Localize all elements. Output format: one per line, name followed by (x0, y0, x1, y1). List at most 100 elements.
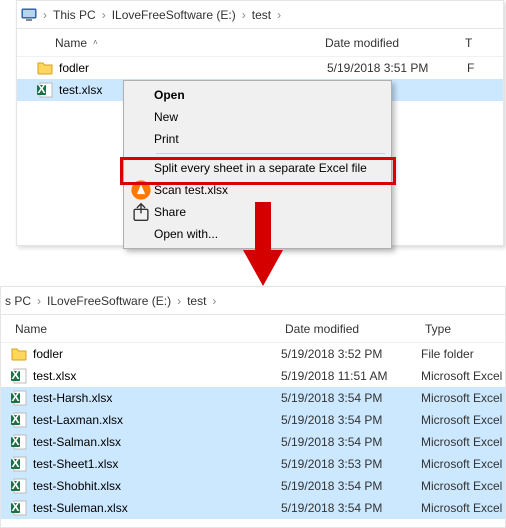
menu-item-label: Open with... (152, 227, 218, 241)
file-name: test.xlsx (59, 83, 102, 97)
svg-text:X: X (11, 434, 19, 448)
file-type: Microsoft Excel W... (421, 501, 505, 515)
breadcrumb: s PC › ILoveFreeSoftware (E:) › test › (1, 287, 505, 315)
file-row[interactable]: fodler 5/19/2018 3:51 PMF (17, 57, 503, 79)
breadcrumb-segment[interactable]: This PC (49, 8, 100, 22)
column-header-name[interactable]: Name (1, 322, 277, 336)
excel-icon: X (11, 434, 27, 450)
svg-text:X: X (11, 412, 19, 426)
excel-icon: X (11, 368, 27, 384)
menu-separator (156, 153, 385, 154)
file-name: fodler (59, 61, 89, 75)
chevron-right-icon: › (210, 294, 218, 308)
menu-item[interactable]: Share (126, 201, 389, 223)
file-row[interactable]: Xtest-Laxman.xlsx 5/19/2018 3:54 PMMicros… (1, 409, 505, 431)
chevron-right-icon: › (240, 8, 248, 22)
excel-icon: X (11, 456, 27, 472)
breadcrumb-segment[interactable]: test (183, 294, 210, 308)
file-name: test-Shobhit.xlsx (33, 479, 121, 493)
breadcrumb-segment[interactable]: test (248, 8, 275, 22)
file-row[interactable]: fodler 5/19/2018 3:52 PMFile folder (1, 343, 505, 365)
column-headers: Name Date modified Type (1, 315, 505, 343)
column-header-date[interactable]: Date modified (277, 322, 417, 336)
file-date: 5/19/2018 3:54 PM (281, 413, 421, 427)
column-header-name[interactable]: Name˄ (17, 36, 317, 50)
excel-icon: X (37, 82, 53, 98)
file-name: test-Harsh.xlsx (33, 391, 112, 405)
svg-text:X: X (11, 500, 19, 514)
breadcrumb: › This PC › ILoveFreeSoftware (E:) › tes… (17, 1, 503, 29)
file-row[interactable]: Xtest-Harsh.xlsx 5/19/2018 3:54 PMMicroso… (1, 387, 505, 409)
context-menu: Open New Print Split every sheet in a separ… (123, 80, 392, 249)
menu-item[interactable]: Print (126, 128, 389, 150)
file-date: 5/19/2018 3:54 PM (281, 391, 421, 405)
svg-text:X: X (37, 82, 45, 96)
column-header-type[interactable]: T (457, 36, 503, 50)
menu-item[interactable]: Open with... (126, 223, 389, 245)
chevron-right-icon: › (275, 8, 283, 22)
file-name: fodler (33, 347, 63, 361)
menu-item[interactable]: New (126, 106, 389, 128)
breadcrumb-segment[interactable]: ILoveFreeSoftware (E:) (43, 294, 175, 308)
breadcrumb-segment[interactable]: ILoveFreeSoftware (E:) (108, 8, 240, 22)
file-date: 5/19/2018 3:51 PM (327, 61, 467, 75)
file-date: 5/19/2018 3:54 PM (281, 479, 421, 493)
sort-caret-icon: ˄ (93, 38, 98, 47)
excel-icon: X (11, 500, 27, 516)
file-date: 5/19/2018 11:51 AM (281, 369, 421, 383)
file-type: Microsoft Excel W... (421, 369, 505, 383)
file-type: Microsoft Excel W... (421, 413, 505, 427)
excel-icon: X (11, 390, 27, 406)
menu-item-label: Split every sheet in a separate Excel fi… (152, 161, 367, 175)
menu-item-label: Open (152, 88, 185, 102)
menu-item-label: Share (152, 205, 186, 219)
file-name: test-Sheet1.xlsx (33, 457, 118, 471)
column-headers: Name˄ Date modified T (17, 29, 503, 57)
file-name: test-Laxman.xlsx (33, 413, 123, 427)
file-row[interactable]: Xtest-Shobhit.xlsx 5/19/2018 3:54 PMMicro… (1, 475, 505, 497)
column-header-type[interactable]: Type (417, 322, 505, 336)
folder-icon (11, 346, 27, 362)
file-row[interactable]: Xtest-Suleman.xlsx 5/19/2018 3:54 PMMicro… (1, 497, 505, 519)
chevron-right-icon: › (175, 294, 183, 308)
file-row[interactable]: Xtest-Salman.xlsx 5/19/2018 3:54 PMMicros… (1, 431, 505, 453)
file-type: File folder (421, 347, 505, 361)
avast-icon (130, 179, 152, 201)
menu-item-label: Scan test.xlsx (152, 183, 228, 197)
chevron-right-icon: › (35, 294, 43, 308)
file-name: test-Suleman.xlsx (33, 501, 128, 515)
file-list: fodler 5/19/2018 3:52 PMFile folder Xtest.… (1, 343, 505, 519)
file-type: Microsoft Excel W... (421, 435, 505, 449)
file-type: Microsoft Excel W... (421, 391, 505, 405)
svg-text:X: X (11, 456, 19, 470)
file-date: 5/19/2018 3:52 PM (281, 347, 421, 361)
file-type: F (467, 61, 503, 75)
file-date: 5/19/2018 3:53 PM (281, 457, 421, 471)
share-icon (130, 201, 152, 223)
file-row[interactable]: Xtest-Sheet1.xlsx 5/19/2018 3:53 PMMicros… (1, 453, 505, 475)
menu-item[interactable]: Split every sheet in a separate Excel fi… (126, 157, 389, 179)
explorer-window-bottom: s PC › ILoveFreeSoftware (E:) › test › N… (0, 286, 506, 528)
folder-icon (37, 60, 53, 76)
chevron-right-icon: › (41, 8, 49, 22)
file-row[interactable]: Xtest.xlsx 5/19/2018 11:51 AMMicrosoft Ex… (1, 365, 505, 387)
menu-item-label: Print (152, 132, 179, 146)
this-pc-icon (21, 7, 37, 23)
column-header-date[interactable]: Date modified (317, 36, 457, 50)
chevron-right-icon: › (100, 8, 108, 22)
svg-text:X: X (11, 368, 19, 382)
file-date: 5/19/2018 3:54 PM (281, 501, 421, 515)
breadcrumb-segment[interactable]: s PC (1, 294, 35, 308)
svg-text:X: X (11, 478, 19, 492)
file-name: test.xlsx (33, 369, 76, 383)
excel-icon: X (11, 412, 27, 428)
file-type: Microsoft Excel W... (421, 457, 505, 471)
file-type: Microsoft Excel W... (421, 479, 505, 493)
svg-text:X: X (11, 390, 19, 404)
file-date: 5/19/2018 3:54 PM (281, 435, 421, 449)
excel-icon: X (11, 478, 27, 494)
menu-item[interactable]: Scan test.xlsx (126, 179, 389, 201)
file-name: test-Salman.xlsx (33, 435, 121, 449)
menu-item[interactable]: Open (126, 84, 389, 106)
menu-item-label: New (152, 110, 178, 124)
